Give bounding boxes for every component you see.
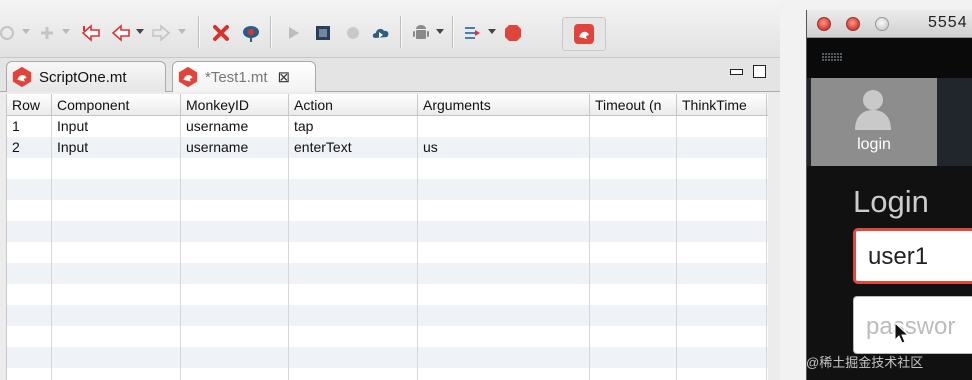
monkey-file-icon bbox=[178, 66, 198, 88]
record-icon bbox=[342, 22, 364, 44]
command-table: Row Component MonkeyID Action Arguments … bbox=[6, 94, 768, 380]
zoom-window-icon[interactable] bbox=[875, 17, 889, 31]
stop-sign-icon[interactable] bbox=[502, 22, 524, 44]
emulator-titlebar: 5554 bbox=[807, 10, 972, 38]
record-stop-icon[interactable] bbox=[312, 22, 334, 44]
keyboard-icon bbox=[821, 52, 843, 62]
column-header[interactable]: Row bbox=[7, 94, 52, 116]
row-number-cell[interactable]: 2 bbox=[7, 137, 20, 158]
play-icon[interactable] bbox=[282, 22, 304, 44]
view-controls bbox=[730, 65, 766, 78]
emulator-title: 5554 bbox=[928, 14, 968, 31]
cloud-gear-icon[interactable] bbox=[240, 22, 262, 44]
device-screen: login Login user1 passwor bbox=[807, 38, 972, 380]
cloud-upload-icon[interactable] bbox=[370, 22, 392, 44]
step-back-icon[interactable] bbox=[80, 22, 102, 44]
main-toolbar bbox=[0, 0, 780, 58]
android-icon[interactable] bbox=[410, 22, 432, 44]
emulator-window: 5554 login Login user1 passwor bbox=[806, 10, 972, 380]
dim-tool-icon bbox=[0, 22, 18, 44]
step-into-icon[interactable] bbox=[462, 22, 484, 44]
monkeyid-cell[interactable]: username bbox=[181, 137, 248, 158]
row-number-cell[interactable]: 1 bbox=[7, 116, 20, 137]
minimize-window-icon[interactable] bbox=[846, 17, 860, 31]
column-header[interactable]: ThinkTime bbox=[677, 94, 767, 116]
column-header[interactable]: MonkeyID bbox=[181, 94, 289, 116]
emulator-area: 5554 login Login user1 passwor bbox=[780, 0, 972, 380]
back-arrow-icon[interactable] bbox=[110, 22, 132, 44]
column-header[interactable]: Arguments bbox=[418, 94, 590, 116]
maximize-icon[interactable] bbox=[753, 65, 766, 78]
monkey-file-icon bbox=[12, 66, 32, 88]
close-tab-icon[interactable]: ⊠ bbox=[278, 68, 291, 86]
editor-tab-bar: ScriptOne.mt *Test1.mt ⊠ bbox=[0, 58, 780, 92]
tab-test1[interactable]: *Test1.mt ⊠ bbox=[172, 61, 316, 92]
column-header[interactable]: Timeout (n bbox=[590, 94, 677, 116]
monkeyid-cell[interactable]: username bbox=[181, 116, 248, 137]
forward-arrow-icon bbox=[150, 22, 172, 44]
column-header[interactable]: Component bbox=[52, 94, 181, 116]
component-cell[interactable]: Input bbox=[52, 116, 88, 137]
monkeytalk-button[interactable] bbox=[562, 17, 606, 51]
action-cell[interactable]: enterText bbox=[289, 137, 352, 158]
tab-scriptone[interactable]: ScriptOne.mt bbox=[6, 61, 166, 92]
password-field[interactable]: passwor bbox=[853, 296, 972, 354]
table-header: Row Component MonkeyID Action Arguments … bbox=[7, 94, 768, 116]
tab-label: *Test1.mt bbox=[205, 68, 268, 86]
status-bar bbox=[807, 38, 972, 78]
user-icon bbox=[855, 90, 891, 130]
terminate-icon[interactable] bbox=[210, 22, 232, 44]
dim-tool-icon bbox=[36, 22, 58, 44]
editor-pane: ScriptOne.mt *Test1.mt ⊠ Row Component M… bbox=[0, 58, 780, 380]
close-window-icon[interactable] bbox=[817, 17, 831, 31]
column-header[interactable]: Action bbox=[289, 94, 418, 116]
tab-label: ScriptOne.mt bbox=[39, 68, 127, 86]
arguments-cell[interactable] bbox=[418, 116, 423, 137]
action-cell[interactable]: tap bbox=[289, 116, 313, 137]
login-heading: Login bbox=[853, 184, 929, 219]
watermark: @稀土掘金技术社区 bbox=[806, 355, 924, 370]
login-tab-label: login bbox=[857, 136, 891, 153]
monkey-logo-icon bbox=[574, 24, 594, 44]
minimize-icon[interactable] bbox=[730, 68, 743, 75]
login-tab[interactable]: login bbox=[811, 78, 937, 166]
arguments-cell[interactable]: us bbox=[418, 137, 438, 158]
username-field[interactable]: user1 bbox=[853, 228, 972, 284]
mouse-cursor-icon bbox=[894, 322, 910, 344]
component-cell[interactable]: Input bbox=[52, 137, 88, 158]
